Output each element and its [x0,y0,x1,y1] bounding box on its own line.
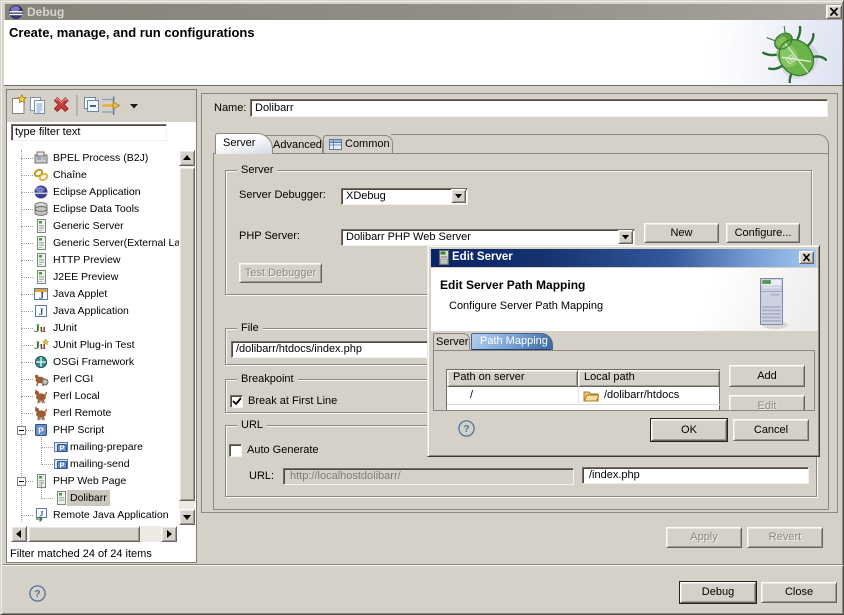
svg-text:P: P [59,444,64,453]
svg-text:?: ? [463,423,469,435]
svg-text:?: ? [34,588,40,600]
svg-text:J: J [39,308,44,318]
svg-text:P: P [59,461,64,470]
svg-text:J: J [39,291,44,302]
svg-text:u: u [40,324,46,335]
